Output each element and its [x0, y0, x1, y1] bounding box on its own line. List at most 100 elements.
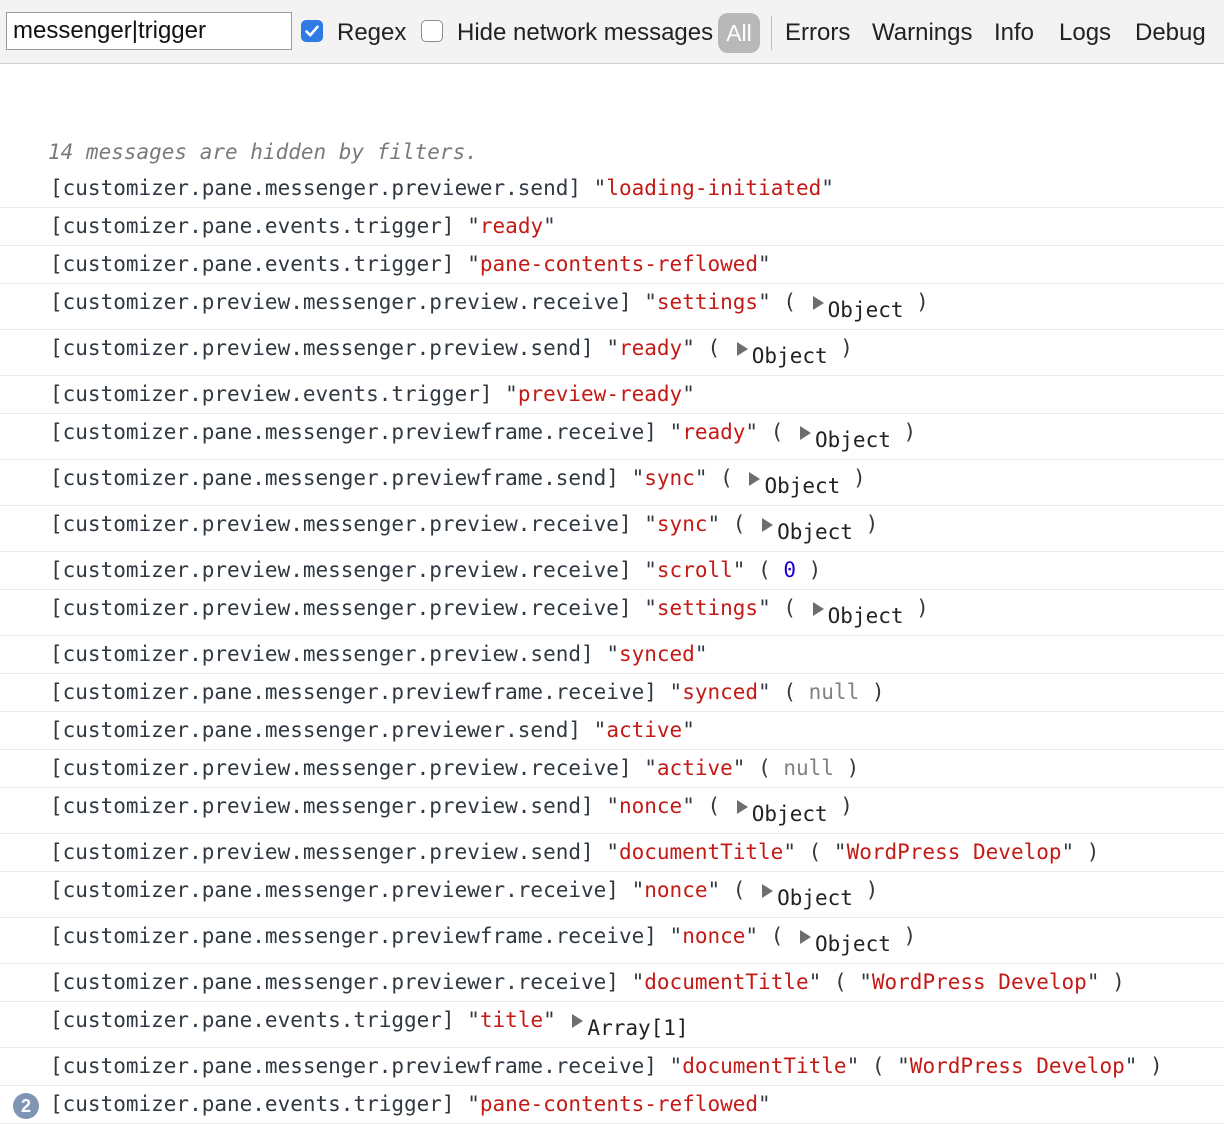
console-message: [customizer.preview.messenger.preview.re…	[50, 512, 879, 544]
console-message-row: [customizer.preview.messenger.preview.re…	[0, 590, 1224, 636]
message-event-string: "ready"	[606, 336, 695, 360]
console-message: [customizer.pane.messenger.previewframe.…	[50, 924, 917, 956]
console-filter-toolbar: Regex Hide network messages All Errors W…	[0, 0, 1224, 64]
level-info-button[interactable]: Info	[994, 19, 1034, 47]
message-event-string: "nonce"	[606, 794, 695, 818]
message-event-string: "documentTitle"	[669, 1054, 860, 1078]
object-expander[interactable]: Object	[796, 420, 891, 452]
message-event-value: settings	[656, 596, 759, 620]
console-message-row: [customizer.preview.messenger.preview.se…	[0, 330, 1224, 376]
message-event-string: "sync"	[631, 466, 708, 490]
array-preview[interactable]: Array[1]	[587, 1016, 688, 1040]
object-preview[interactable]: Object	[777, 886, 853, 910]
expand-triangle-icon[interactable]	[812, 602, 824, 616]
message-event-value: ready	[682, 420, 746, 444]
regex-checkbox[interactable]	[301, 20, 323, 42]
console-message: [customizer.pane.messenger.previewer.rec…	[50, 970, 1125, 994]
expand-triangle-icon[interactable]	[762, 518, 774, 532]
message-event-string: "title"	[467, 1008, 556, 1032]
message-event-value: scroll	[656, 558, 733, 582]
object-expander[interactable]: Object	[745, 466, 840, 498]
object-expander[interactable]: Object	[733, 794, 828, 826]
message-prefix: [customizer.pane.messenger.previewer.rec…	[50, 878, 619, 902]
message-prefix: [customizer.pane.events.trigger]	[50, 1008, 455, 1032]
console-message-row: [customizer.pane.messenger.previewer.sen…	[0, 170, 1224, 208]
console-message: [customizer.preview.messenger.preview.re…	[50, 596, 929, 628]
expand-triangle-icon[interactable]	[762, 884, 774, 898]
message-prefix: [customizer.preview.messenger.preview.se…	[50, 642, 594, 666]
array-expander[interactable]: Array[1]	[568, 1008, 689, 1040]
hide-network-label: Hide network messages	[457, 19, 714, 46]
regex-label: Regex	[337, 19, 407, 46]
level-errors-button[interactable]: Errors	[785, 19, 850, 47]
message-event-value: preview-ready	[517, 382, 683, 406]
message-event-value: sync	[644, 466, 695, 490]
message-event-value: nonce	[618, 794, 683, 818]
level-all-button[interactable]: All	[718, 13, 760, 53]
expand-triangle-icon[interactable]	[812, 296, 824, 310]
console-message: [customizer.preview.messenger.preview.se…	[50, 840, 1100, 864]
object-expander[interactable]: Object	[809, 596, 904, 628]
object-preview[interactable]: Object	[815, 428, 891, 452]
message-event-string: "documentTitle"	[606, 840, 796, 864]
expand-triangle-icon[interactable]	[736, 800, 748, 814]
object-expander[interactable]: Object	[733, 336, 828, 368]
message-event-string: "pane-contents-reflowed"	[467, 1092, 771, 1116]
console-message-row: [customizer.pane.events.trigger] "pane-c…	[0, 246, 1224, 284]
message-event-string: "settings"	[644, 596, 771, 620]
console-message: [customizer.pane.events.trigger] "pane-c…	[50, 1090, 771, 1118]
message-prefix: [customizer.preview.messenger.preview.re…	[50, 290, 632, 314]
message-event-string: "preview-ready"	[505, 382, 695, 406]
object-preview[interactable]: Object	[752, 344, 828, 368]
expand-triangle-icon[interactable]	[736, 342, 748, 356]
level-logs-button[interactable]: Logs	[1059, 19, 1111, 47]
object-preview[interactable]: Object	[777, 520, 853, 544]
message-event-string: "nonce"	[669, 924, 759, 948]
object-preview[interactable]: Object	[764, 474, 840, 498]
message-event-value: documentTitle	[644, 970, 809, 994]
object-expander[interactable]: Object	[758, 878, 853, 910]
level-warnings-button[interactable]: Warnings	[872, 19, 972, 47]
hidden-messages-note: 14 messages are hidden by filters.	[48, 140, 478, 164]
expand-triangle-icon[interactable]	[749, 472, 761, 486]
console-message: [customizer.preview.messenger.preview.re…	[50, 290, 929, 322]
null-value: null	[783, 756, 834, 780]
expand-triangle-icon[interactable]	[800, 930, 811, 944]
hide-network-checkbox[interactable]	[421, 20, 443, 42]
object-preview[interactable]: Object	[828, 604, 904, 628]
repeat-count-badge: 2	[13, 1093, 39, 1119]
console-message-row: [customizer.preview.messenger.preview.se…	[0, 788, 1224, 834]
console-message-row: [customizer.pane.messenger.previewer.rec…	[0, 872, 1224, 918]
message-prefix: [customizer.pane.messenger.previewer.sen…	[50, 176, 582, 200]
object-expander[interactable]: Object	[758, 512, 853, 544]
level-debug-button[interactable]: Debug	[1135, 19, 1206, 47]
message-prefix: [customizer.pane.messenger.previewframe.…	[50, 420, 657, 444]
expand-triangle-icon[interactable]	[572, 1014, 584, 1028]
message-event-value: ready	[479, 214, 544, 238]
message-event-value: documentTitle	[618, 840, 784, 864]
message-event-value: active	[656, 756, 733, 780]
message-event-string: "pane-contents-reflowed"	[467, 252, 771, 276]
object-preview[interactable]: Object	[815, 932, 891, 956]
message-prefix: [customizer.pane.events.trigger]	[50, 214, 455, 238]
message-prefix: [customizer.preview.messenger.preview.se…	[50, 794, 594, 818]
object-preview[interactable]: Object	[828, 298, 904, 322]
object-expander[interactable]: Object	[809, 290, 904, 322]
console-message: [customizer.pane.messenger.previewframe.…	[50, 466, 866, 498]
message-event-string: "loading-initiated"	[593, 176, 834, 200]
expand-triangle-icon[interactable]	[800, 426, 811, 440]
message-event-value: nonce	[644, 878, 708, 902]
console-message-row: [customizer.pane.messenger.previewer.sen…	[0, 712, 1224, 750]
console-message-row: [customizer.pane.messenger.previewer.rec…	[0, 964, 1224, 1002]
filter-input[interactable]	[6, 12, 292, 50]
console-message-row: [customizer.pane.messenger.previewframe.…	[0, 1048, 1224, 1086]
message-prefix: [customizer.pane.messenger.previewframe.…	[50, 1054, 657, 1078]
message-prefix: [customizer.pane.messenger.previewframe.…	[50, 924, 657, 948]
object-expander[interactable]: Object	[796, 924, 891, 956]
message-prefix: [customizer.preview.messenger.preview.re…	[50, 512, 632, 536]
object-preview[interactable]: Object	[752, 802, 828, 826]
message-event-value: documentTitle	[682, 1054, 847, 1078]
message-event-value: loading-initiated	[606, 176, 822, 200]
console-message-row: [customizer.preview.messenger.preview.re…	[0, 552, 1224, 590]
message-event-string: "active"	[644, 756, 746, 780]
